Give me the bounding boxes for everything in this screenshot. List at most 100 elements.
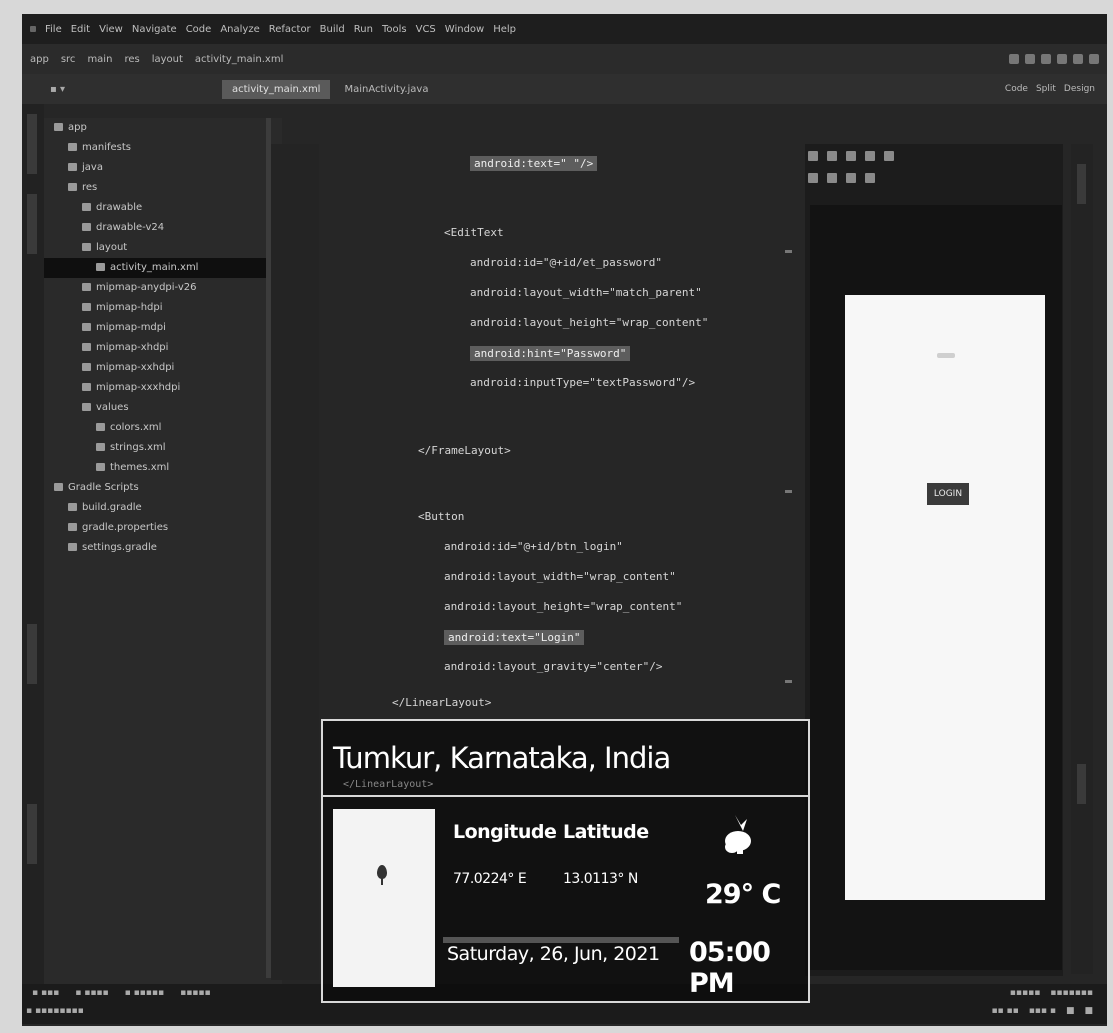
code-line[interactable]: android:inputType="textPassword"/> xyxy=(470,376,695,389)
folder-icon xyxy=(82,283,91,291)
breadcrumb-item[interactable]: res xyxy=(124,54,139,65)
project-view-selector[interactable]: ▪ ▾ xyxy=(22,84,222,95)
tree-item[interactable]: mipmap-xxxhdpi xyxy=(44,378,282,398)
menu-window[interactable]: Window xyxy=(445,24,484,35)
zoom-out-icon[interactable] xyxy=(846,173,856,183)
tree-item[interactable]: mipmap-anydpi-v26 xyxy=(44,278,282,298)
menu-file[interactable]: File xyxy=(45,24,62,35)
breadcrumb-item[interactable]: app xyxy=(30,54,49,65)
gradle-tool-tab[interactable] xyxy=(1077,164,1086,204)
tree-item[interactable]: activity_main.xml xyxy=(44,258,282,278)
code-line[interactable]: android:layout_height="wrap_content" xyxy=(444,600,682,613)
favorites-tool-tab[interactable] xyxy=(27,804,37,864)
tab-main-activity[interactable]: MainActivity.java xyxy=(334,80,438,99)
tree-item[interactable]: themes.xml xyxy=(44,458,282,478)
menu-edit[interactable]: Edit xyxy=(71,24,90,35)
tree-item-label: java xyxy=(82,162,103,173)
pan-icon[interactable] xyxy=(808,173,818,183)
breadcrumb-item[interactable]: src xyxy=(61,54,76,65)
todo-tab[interactable]: ▪ ▪▪▪ xyxy=(32,988,59,998)
tree-item[interactable]: manifests xyxy=(44,138,282,158)
code-line[interactable]: android:layout_width="match_parent" xyxy=(470,286,702,299)
search-icon[interactable] xyxy=(1089,54,1099,64)
tab-activity-main[interactable]: activity_main.xml xyxy=(222,79,331,99)
fit-screen-icon[interactable] xyxy=(865,173,875,183)
code-line[interactable]: </LinearLayout> xyxy=(392,696,491,709)
sync-icon[interactable] xyxy=(1041,54,1051,64)
view-mode-split[interactable]: Split xyxy=(1036,84,1056,94)
code-line[interactable]: android:text="Login" xyxy=(444,630,585,645)
code-line[interactable]: <EditText xyxy=(444,226,504,239)
geotag-header: Tumkur, Karnataka, India </LinearLayout> xyxy=(323,721,808,797)
debug-icon[interactable] xyxy=(1025,54,1035,64)
menu-view[interactable]: View xyxy=(99,24,123,35)
breadcrumb-item[interactable]: activity_main.xml xyxy=(195,54,283,65)
tree-item[interactable]: gradle.properties xyxy=(44,518,282,538)
scroll-marker[interactable] xyxy=(785,680,792,683)
menu-build[interactable]: Build xyxy=(320,24,345,35)
menu-help[interactable]: Help xyxy=(493,24,516,35)
project-tool-tab[interactable] xyxy=(27,114,37,174)
scroll-marker[interactable] xyxy=(785,490,792,493)
code-line[interactable]: android:id="@+id/btn_login" xyxy=(444,540,623,553)
preview-login-button[interactable]: LOGIN xyxy=(927,483,969,505)
logcat-tab[interactable]: ▪▪▪▪▪ xyxy=(180,988,211,998)
encoding-indicator[interactable]: ▪▪▪ ▪ xyxy=(1029,1006,1056,1016)
tree-item[interactable]: app xyxy=(44,118,282,138)
code-line[interactable]: android:layout_gravity="center"/> xyxy=(444,660,663,673)
device-icon[interactable] xyxy=(846,151,856,161)
tree-item[interactable]: strings.xml xyxy=(44,438,282,458)
tree-item[interactable]: values xyxy=(44,398,282,418)
tree-item[interactable]: mipmap-hdpi xyxy=(44,298,282,318)
run-icon[interactable] xyxy=(1009,54,1019,64)
terminal-tab[interactable]: ▪ ▪▪▪▪▪ xyxy=(125,988,164,998)
menu-vcs[interactable]: VCS xyxy=(416,24,436,35)
problems-tab[interactable]: ▪ ▪▪▪▪ xyxy=(75,988,108,998)
tree-item[interactable]: mipmap-mdpi xyxy=(44,318,282,338)
tree-item[interactable]: Gradle Scripts xyxy=(44,478,282,498)
code-line[interactable]: android:id="@+id/et_password" xyxy=(470,256,662,269)
tree-item[interactable]: layout xyxy=(44,238,282,258)
sdk-manager-icon[interactable] xyxy=(1073,54,1083,64)
tree-item[interactable]: res xyxy=(44,178,282,198)
tree-item[interactable]: drawable-v24 xyxy=(44,218,282,238)
temperature-value: 29° C xyxy=(705,879,781,910)
tree-item[interactable]: mipmap-xxhdpi xyxy=(44,358,282,378)
avd-manager-icon[interactable] xyxy=(1057,54,1067,64)
menu-navigate[interactable]: Navigate xyxy=(132,24,177,35)
tree-item[interactable]: mipmap-xhdpi xyxy=(44,338,282,358)
emulator-tool-tab[interactable] xyxy=(1077,764,1086,804)
code-line[interactable]: android:text=" "/> xyxy=(470,156,598,171)
orientation-icon[interactable] xyxy=(827,151,837,161)
file-icon xyxy=(68,523,77,531)
code-line[interactable]: android:hint="Password" xyxy=(470,346,631,361)
theme-icon[interactable] xyxy=(884,151,894,161)
tree-item-label: mipmap-xhdpi xyxy=(96,342,169,353)
code-line[interactable]: android:layout_height="wrap_content" xyxy=(470,316,708,329)
menu-run[interactable]: Run xyxy=(354,24,373,35)
tree-item[interactable]: java xyxy=(44,158,282,178)
tree-item[interactable]: build.gradle xyxy=(44,498,282,518)
menu-refactor[interactable]: Refactor xyxy=(269,24,311,35)
structure-tool-tab[interactable] xyxy=(27,624,37,684)
tree-item[interactable]: drawable xyxy=(44,198,282,218)
breadcrumb-item[interactable]: layout xyxy=(152,54,183,65)
view-mode-code[interactable]: Code xyxy=(1005,84,1028,94)
code-line[interactable]: <Button xyxy=(418,510,464,523)
view-mode-design[interactable]: Design xyxy=(1064,84,1095,94)
event-log-tab[interactable]: ▪▪▪▪▪ xyxy=(1010,988,1041,998)
design-surface-icon[interactable] xyxy=(808,151,818,161)
menu-analyze[interactable]: Analyze xyxy=(220,24,259,35)
breadcrumb-item[interactable]: main xyxy=(87,54,112,65)
menu-tools[interactable]: Tools xyxy=(382,24,407,35)
tree-item[interactable]: settings.gradle xyxy=(44,538,282,558)
code-line[interactable]: android:layout_width="wrap_content" xyxy=(444,570,676,583)
resource-manager-tab[interactable] xyxy=(27,194,37,254)
code-line[interactable]: </FrameLayout> xyxy=(418,444,511,457)
menu-code[interactable]: Code xyxy=(186,24,212,35)
zoom-in-icon[interactable] xyxy=(827,173,837,183)
api-level-icon[interactable] xyxy=(865,151,875,161)
layout-inspector-tab[interactable]: ▪▪▪▪▪▪▪ xyxy=(1050,988,1093,998)
scroll-marker[interactable] xyxy=(785,250,792,253)
tree-item[interactable]: colors.xml xyxy=(44,418,282,438)
